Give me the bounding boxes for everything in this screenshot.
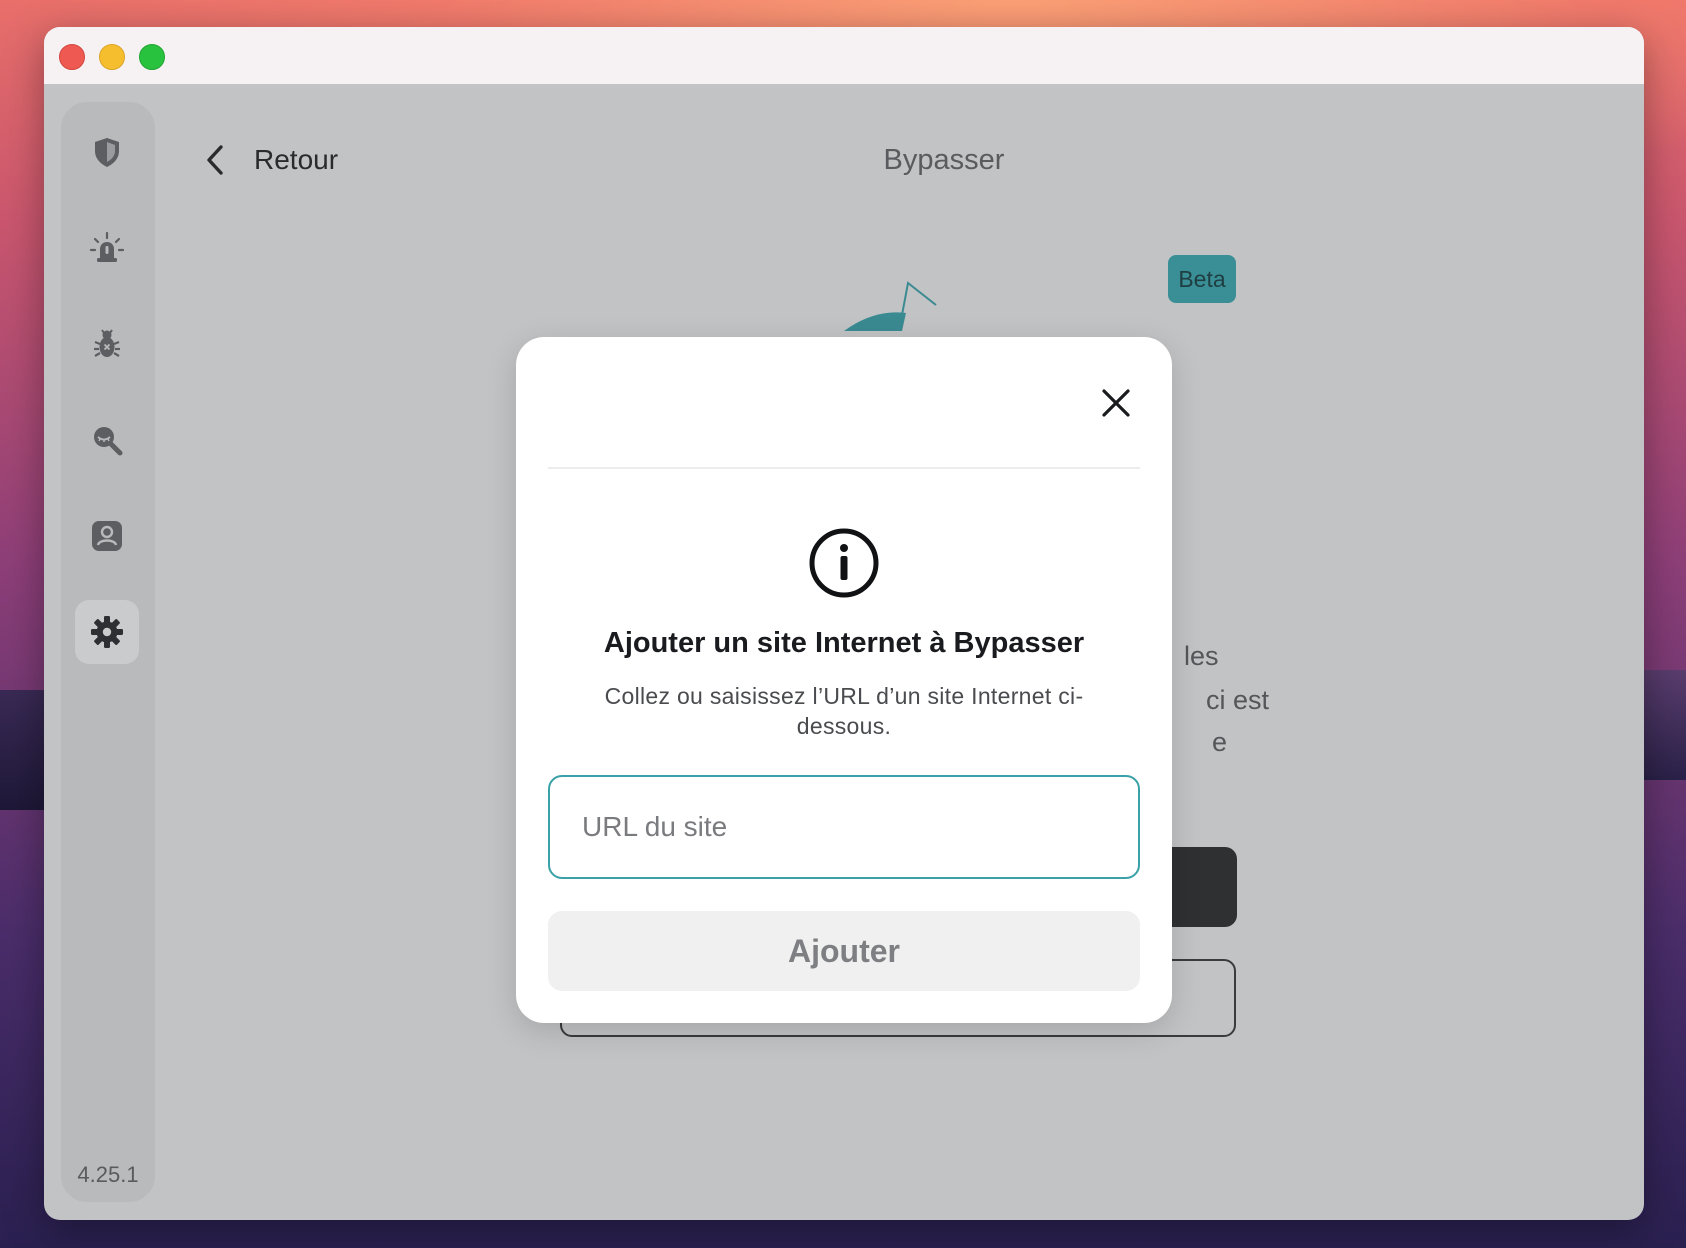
sidebar-item-antivirus[interactable]: [75, 312, 139, 376]
background-text-line: ci est: [1206, 685, 1270, 715]
sidebar: 4.25.1: [61, 102, 155, 1202]
wallpaper-city-left: [0, 690, 44, 810]
minimize-window-button[interactable]: [99, 44, 125, 70]
sidebar-item-settings[interactable]: [75, 600, 139, 664]
back-button[interactable]: Retour: [202, 135, 338, 185]
page-title: Bypasser: [883, 144, 1005, 176]
bypass-illustration: [844, 281, 937, 331]
close-window-button[interactable]: [59, 44, 85, 70]
back-label: Retour: [254, 144, 339, 175]
gear-icon: [91, 616, 123, 648]
add-button[interactable]: Ajouter: [548, 911, 1140, 991]
app-window: 4.25.1 Retour Bypasser Beta les ci est e…: [44, 27, 1644, 1220]
dialog-title: Ajouter un site Internet à Bypasser: [603, 627, 1085, 659]
dialog-divider: [548, 467, 1140, 469]
beta-badge: Beta: [1168, 255, 1236, 303]
close-dialog-button[interactable]: [1094, 381, 1138, 425]
sidebar-item-protection[interactable]: [75, 120, 139, 184]
shield-icon: [95, 138, 119, 167]
zoom-window-button[interactable]: [139, 44, 165, 70]
dialog-subtitle: Collez ou saisissez l’URL d’un site Inte…: [604, 683, 1084, 739]
background-text-line: e: [1212, 727, 1228, 757]
user-card-icon: [92, 521, 122, 551]
wallpaper-city-right: [1644, 670, 1686, 780]
chevron-left-icon: [207, 145, 223, 175]
app-version: 4.25.1: [77, 1162, 139, 1187]
close-icon: [1102, 389, 1130, 417]
sidebar-item-privacy[interactable]: [75, 408, 139, 472]
info-icon: [809, 528, 879, 598]
background-text-line: les: [1184, 641, 1219, 671]
sidebar-item-account[interactable]: [75, 504, 139, 568]
url-input[interactable]: [548, 775, 1140, 879]
sidebar-item-alerts[interactable]: [75, 216, 139, 280]
alarm-icon: [89, 231, 125, 262]
search-eye-icon: [94, 427, 123, 456]
main-content: 4.25.1 Retour Bypasser Beta les ci est e…: [44, 85, 1644, 1220]
bug-icon: [94, 329, 120, 357]
title-bar: [44, 27, 1644, 85]
add-website-dialog: Ajouter un site Internet à Bypasser Coll…: [516, 337, 1172, 1023]
